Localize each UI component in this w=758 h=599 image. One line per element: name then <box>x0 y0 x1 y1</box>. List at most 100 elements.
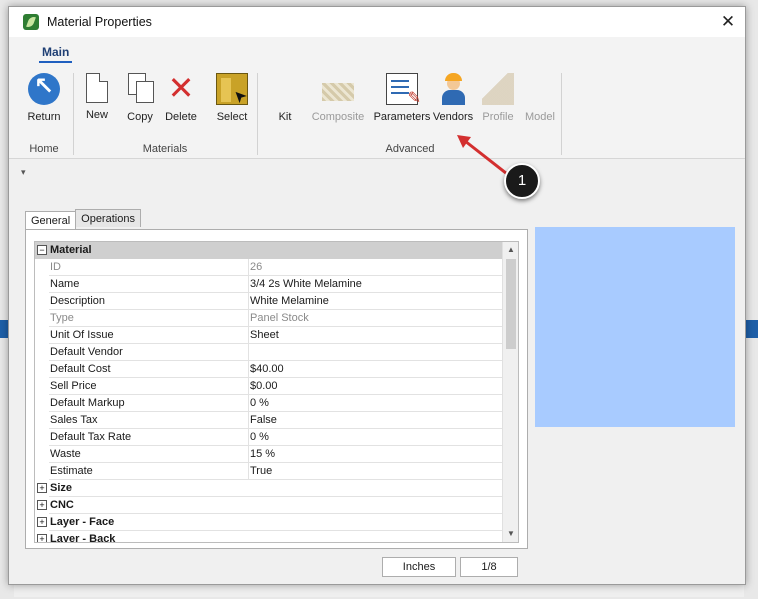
property-row: ID 26 <box>35 259 503 276</box>
property-key: Estimate <box>49 463 249 480</box>
copy-icon <box>124 73 156 105</box>
expand-icon[interactable]: + <box>37 483 47 493</box>
profile-icon <box>482 73 514 105</box>
category-label: Material <box>50 244 92 256</box>
property-key: Default Tax Rate <box>49 429 249 446</box>
profile-label: Profile <box>482 111 514 123</box>
group-divider <box>73 73 74 155</box>
delete-label: Delete <box>165 111 197 123</box>
annotation-badge: 1 <box>504 163 540 199</box>
property-key: Sales Tax <box>49 412 249 429</box>
delete-x-icon <box>165 69 197 107</box>
vendors-label: Vendors <box>432 111 474 123</box>
group-divider <box>257 73 258 155</box>
return-label: Return <box>27 111 61 123</box>
parameters-button[interactable]: Parameters <box>371 73 433 123</box>
property-row: Sales Tax False <box>35 412 503 429</box>
property-key: Name <box>49 276 249 293</box>
property-value[interactable] <box>249 344 503 361</box>
property-value[interactable]: Sheet <box>249 327 503 344</box>
property-value[interactable]: 0 % <box>249 429 503 446</box>
property-row: Description White Melamine <box>35 293 503 310</box>
grid-category-collapsed: + Layer - Face <box>35 514 503 531</box>
scroll-up-icon[interactable]: ▲ <box>503 242 518 258</box>
property-row: Default Tax Rate 0 % <box>35 429 503 446</box>
property-key: Waste <box>49 446 249 463</box>
new-label: New <box>85 109 108 121</box>
property-value[interactable]: $40.00 <box>249 361 503 378</box>
ribbon-collapse-icon[interactable]: ▾ <box>21 167 26 178</box>
delete-button[interactable]: Delete <box>159 69 203 123</box>
property-key: Description <box>49 293 249 310</box>
property-key: Default Markup <box>49 395 249 412</box>
property-key: Default Vendor <box>49 344 249 361</box>
kit-label: Kit <box>278 111 292 123</box>
category-label: Layer - Face <box>49 514 503 531</box>
copy-button[interactable]: Copy <box>118 73 162 123</box>
composite-label: Composite <box>311 111 365 123</box>
tab-operations[interactable]: Operations <box>75 209 141 227</box>
model-label: Model <box>525 111 555 123</box>
property-grid: − Material ID 26 Name 3/4 2s White Melamine De… <box>34 241 519 543</box>
property-value[interactable]: 0 % <box>249 395 503 412</box>
ribbon-group-home: Return Home <box>19 72 69 155</box>
property-value[interactable]: 15 % <box>249 446 503 463</box>
composite-icon <box>322 83 354 101</box>
model-button[interactable]: Model <box>518 73 562 123</box>
grid-category-collapsed: + CNC <box>35 497 503 514</box>
scroll-down-icon[interactable]: ▼ <box>503 526 518 542</box>
property-key: Sell Price <box>49 378 249 395</box>
property-row: Type Panel Stock <box>35 310 503 327</box>
property-value[interactable]: 26 <box>249 259 503 276</box>
property-value[interactable]: 3/4 2s White Melamine <box>249 276 503 293</box>
property-value[interactable]: True <box>249 463 503 480</box>
property-value[interactable]: $0.00 <box>249 378 503 395</box>
vendors-button[interactable]: Vendors <box>431 73 475 123</box>
property-key: Type <box>49 310 249 327</box>
close-button[interactable]: ✕ <box>717 11 739 33</box>
new-document-icon <box>86 73 108 103</box>
scroll-thumb[interactable] <box>506 259 516 349</box>
property-row: Waste 15 % <box>35 446 503 463</box>
kit-button[interactable]: Kit <box>263 73 307 123</box>
property-tabs: General Operations <box>25 209 141 231</box>
property-row: Default Cost $40.00 <box>35 361 503 378</box>
grid-category-collapsed: + Size <box>35 480 503 497</box>
select-button[interactable]: Select <box>210 73 254 123</box>
property-row: Name 3/4 2s White Melamine <box>35 276 503 293</box>
property-value[interactable]: False <box>249 412 503 429</box>
expand-icon[interactable]: + <box>37 534 47 542</box>
property-value[interactable]: Panel Stock <box>249 310 503 327</box>
kit-icon <box>269 73 301 105</box>
collapse-icon[interactable]: − <box>37 245 47 255</box>
profile-button[interactable]: Profile <box>476 73 520 123</box>
parameters-label: Parameters <box>373 111 431 123</box>
property-value[interactable]: White Melamine <box>249 293 503 310</box>
grid-category-material: − Material <box>35 242 503 259</box>
tab-general[interactable]: General <box>25 211 77 231</box>
composite-button[interactable]: Composite <box>307 73 369 123</box>
property-row: Sell Price $0.00 <box>35 378 503 395</box>
return-button[interactable]: Return <box>22 72 66 123</box>
category-label: CNC <box>49 497 503 514</box>
general-tab-panel: − Material ID 26 Name 3/4 2s White Melamine De… <box>25 229 528 549</box>
precision-field[interactable]: 1/8 <box>460 557 518 577</box>
expand-icon[interactable]: + <box>37 500 47 510</box>
group-label-materials: Materials <box>142 143 188 155</box>
close-icon: ✕ <box>720 12 736 31</box>
material-properties-dialog: Material Properties ✕ Main Return Home N… <box>8 6 746 585</box>
select-material-icon <box>216 73 248 105</box>
ribbon-tab-main[interactable]: Main <box>39 43 73 63</box>
new-button[interactable]: New <box>75 73 119 121</box>
return-arrow-icon <box>28 72 60 105</box>
expand-icon[interactable]: + <box>37 517 47 527</box>
units-field[interactable]: Inches <box>382 557 456 577</box>
app-leaf-icon <box>23 14 39 30</box>
category-label: Layer - Back <box>49 531 503 542</box>
background-row <box>14 583 744 597</box>
grid-scrollbar[interactable]: ▲ ▼ <box>502 242 518 542</box>
group-divider <box>561 73 562 155</box>
model-icon <box>524 73 556 105</box>
property-row: Estimate True <box>35 463 503 480</box>
property-row: Default Vendor <box>35 344 503 361</box>
